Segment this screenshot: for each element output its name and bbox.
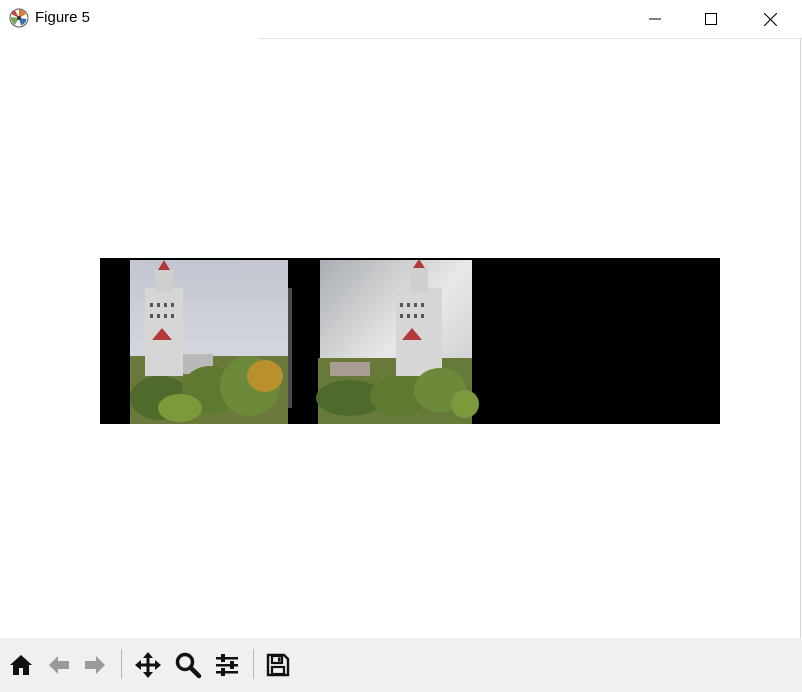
maximize-button[interactable] bbox=[682, 0, 740, 38]
stitched-panorama-image bbox=[100, 258, 720, 424]
floppy-disk-icon bbox=[266, 653, 290, 677]
move-icon bbox=[135, 652, 161, 678]
close-icon bbox=[763, 12, 777, 26]
forward-button[interactable] bbox=[78, 647, 112, 683]
title-bar[interactable]: Figure 5 bbox=[0, 0, 802, 38]
window-border-right bbox=[800, 38, 801, 692]
back-button[interactable] bbox=[42, 647, 76, 683]
home-button[interactable] bbox=[4, 647, 38, 683]
arrow-left-icon bbox=[49, 656, 69, 674]
magnifier-icon bbox=[175, 652, 202, 679]
save-button[interactable] bbox=[261, 647, 295, 683]
window-title: Figure 5 bbox=[35, 9, 91, 26]
minimize-icon bbox=[649, 18, 661, 20]
toolbar-separator bbox=[121, 649, 122, 679]
sliders-icon bbox=[216, 654, 238, 676]
home-icon bbox=[10, 655, 32, 675]
navigation-toolbar bbox=[0, 638, 802, 692]
configure-subplots-button[interactable] bbox=[210, 647, 244, 683]
pan-button[interactable] bbox=[131, 647, 165, 683]
zoom-button[interactable] bbox=[171, 647, 205, 683]
matplotlib-logo-icon bbox=[9, 8, 29, 28]
arrow-right-icon bbox=[85, 656, 105, 674]
maximize-icon bbox=[705, 13, 717, 25]
toolbar-separator bbox=[253, 649, 254, 679]
figure-window: Figure 5 bbox=[0, 0, 802, 692]
minimize-button[interactable] bbox=[626, 0, 684, 38]
close-button[interactable] bbox=[741, 0, 799, 38]
